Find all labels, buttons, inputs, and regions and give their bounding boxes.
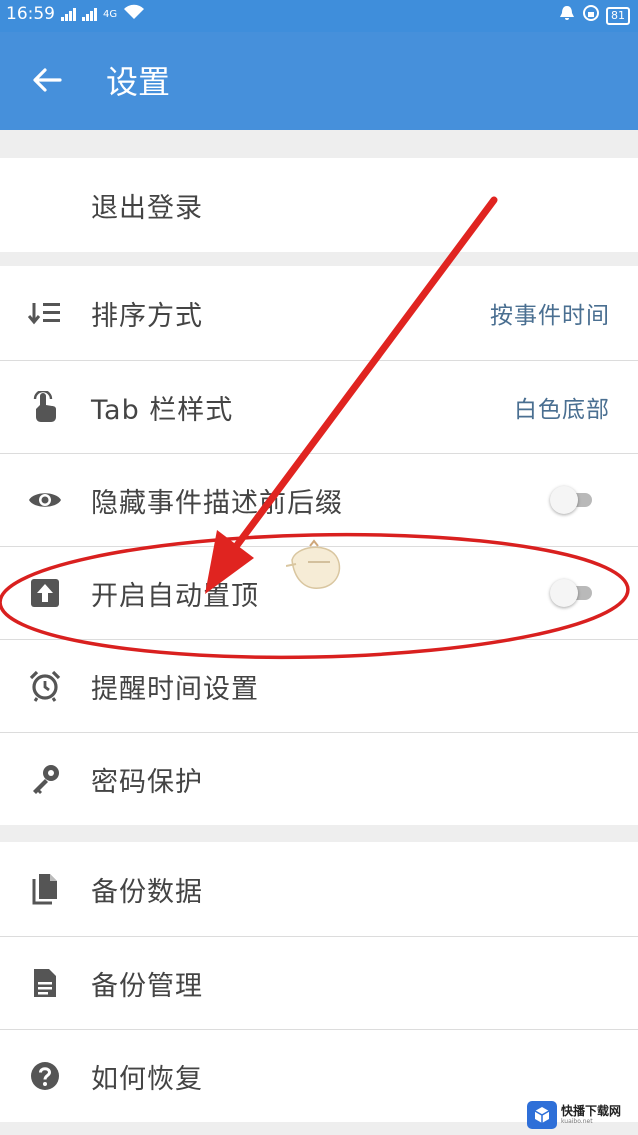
eye-icon [27,482,63,518]
backup-data-item[interactable]: 备份数据 [0,842,638,936]
hide-description-affix-toggle[interactable] [550,486,592,514]
battery-icon: 81 [606,6,630,25]
status-time: 16:59 [6,4,55,24]
sort-order-item[interactable]: 排序方式 按事件时间 [0,266,638,360]
watermark-logo-icon [527,1101,557,1129]
help-icon [27,1058,63,1094]
upload-icon [27,575,63,611]
backup-group: 备份数据 备份管理 如何恢复 [0,842,638,1122]
backup-management-label: 备份管理 [91,970,203,1002]
decorative-sticker [285,538,350,598]
backup-management-item[interactable]: 备份管理 [0,936,638,1029]
sort-order-value: 按事件时间 [490,303,610,329]
password-protection-item[interactable]: 密码保护 [0,732,638,825]
reminder-time-item[interactable]: 提醒时间设置 [0,639,638,732]
tab-bar-style-item[interactable]: Tab 栏样式 白色底部 [0,360,638,453]
watermark: 快播下载网 kuaibo.net [527,1099,621,1131]
sort-icon [27,295,63,331]
lock-rotation-icon [582,4,600,27]
signal-icon [82,7,97,21]
copy-icon [27,871,63,907]
alarm-clock-icon [27,668,63,704]
hide-description-affix-item[interactable]: 隐藏事件描述前后缀 [0,453,638,546]
account-group: 退出登录 [0,158,638,252]
watermark-name: 快播下载网 [561,1104,622,1118]
touch-icon [27,389,63,425]
network-type-label: 4G [103,8,118,20]
hide-description-affix-label: 隐藏事件描述前后缀 [91,487,343,519]
wifi-icon [123,4,145,24]
logout-item[interactable]: 退出登录 [0,158,638,252]
alarm-icon [558,4,576,27]
backup-data-label: 备份数据 [91,876,203,908]
toggle-knob [550,486,578,514]
watermark-url: kuaibo.net [561,1118,593,1125]
back-button[interactable] [22,57,72,107]
reminder-time-label: 提醒时间设置 [91,673,259,705]
key-icon [27,761,63,797]
toggle-knob [550,579,578,607]
app-bar: 设置 [0,32,638,130]
how-to-restore-label: 如何恢复 [91,1063,203,1095]
status-bar: 16:59 4G 81 [0,0,638,32]
page-title: 设置 [106,63,171,101]
password-protection-label: 密码保护 [91,766,203,798]
signal-icon [61,7,76,21]
auto-pin-top-label: 开启自动置顶 [91,580,259,612]
logout-label: 退出登录 [91,192,203,224]
tab-bar-style-label: Tab 栏样式 [91,394,234,426]
sort-order-label: 排序方式 [91,300,203,332]
document-icon [27,965,63,1001]
auto-pin-top-toggle[interactable] [550,579,592,607]
tab-bar-style-value: 白色底部 [514,397,610,423]
arrow-back-icon [32,67,62,97]
